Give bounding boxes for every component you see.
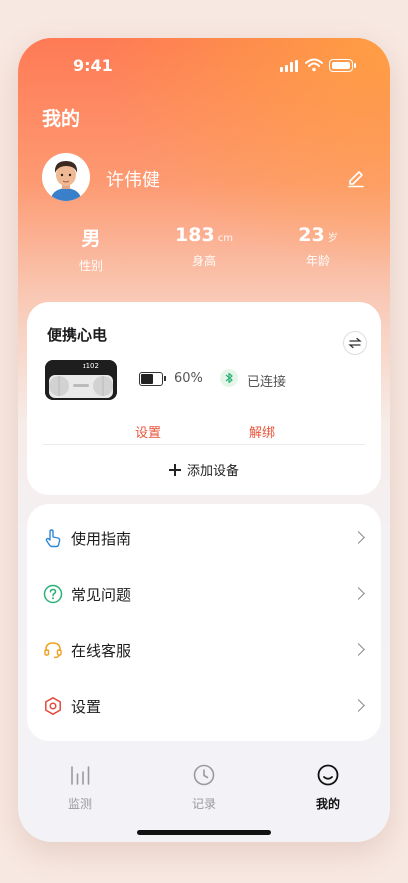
headset-icon xyxy=(44,642,62,659)
menu-label-guide: 使用指南 xyxy=(71,530,132,548)
menu-label-support: 在线客服 xyxy=(71,642,132,660)
switch-device-button[interactable] xyxy=(343,331,367,355)
wifi-icon xyxy=(305,58,323,72)
battery-icon xyxy=(329,59,353,72)
smiley-icon xyxy=(317,764,339,786)
device-unbind-button[interactable]: 解绑 xyxy=(249,422,275,441)
divider xyxy=(43,444,365,445)
status-bar: 9:41 xyxy=(18,52,390,82)
page-title: 我的 xyxy=(42,108,81,130)
plus-icon xyxy=(168,464,181,476)
tab-monitor[interactable]: 监测 xyxy=(50,763,110,812)
chevron-right-icon xyxy=(352,699,365,712)
menu-label-faq: 常见问题 xyxy=(71,586,132,604)
battery-cap xyxy=(354,63,356,68)
stat-height: 183 cm 身高 xyxy=(159,224,249,269)
phone-screen: 9:41 我的 许伟健 男 性别 183 cm 身高 23 岁 年龄 便携心电 … xyxy=(18,38,390,842)
question-circle-icon xyxy=(43,584,63,604)
chevron-right-icon xyxy=(352,587,365,600)
menu-card: 使用指南 常见问题 在线客服 设置 xyxy=(27,504,381,741)
device-settings-button[interactable]: 设置 xyxy=(135,422,161,441)
device-title: 便携心电 xyxy=(47,326,108,344)
monitor-bars-icon xyxy=(71,766,90,785)
device-image: ɪ102 xyxy=(45,360,117,400)
stat-age-unit: 岁 xyxy=(327,233,338,244)
hexagon-settings-icon xyxy=(45,697,61,715)
tab-monitor-label: 监测 xyxy=(67,797,92,811)
tab-records[interactable]: 记录 xyxy=(174,763,234,812)
swap-icon xyxy=(348,337,362,349)
stat-height-label: 身高 xyxy=(191,254,216,268)
status-time: 9:41 xyxy=(73,56,113,75)
menu-label-settings: 设置 xyxy=(71,698,102,716)
add-device-button[interactable]: 添加设备 xyxy=(27,460,381,479)
stat-gender: 男 性别 xyxy=(46,224,136,274)
tab-mine[interactable]: 我的 xyxy=(298,763,358,812)
home-indicator xyxy=(137,830,271,835)
menu-item-faq[interactable]: 常见问题 xyxy=(27,566,381,622)
stat-age-value: 23 xyxy=(298,224,325,246)
clock-icon xyxy=(193,764,215,786)
tab-bar: 监测 记录 我的 xyxy=(18,753,390,813)
stat-age-label: 年龄 xyxy=(305,254,330,268)
chevron-right-icon xyxy=(352,531,365,544)
avatar[interactable] xyxy=(42,153,90,201)
bluetooth-icon xyxy=(220,369,238,387)
hand-pointer-icon xyxy=(45,529,61,548)
menu-item-support[interactable]: 在线客服 xyxy=(27,622,381,678)
user-name: 许伟健 xyxy=(106,170,160,191)
tab-mine-label: 我的 xyxy=(315,797,340,811)
avatar-illustration xyxy=(42,153,90,201)
stat-gender-value: 男 xyxy=(81,228,101,250)
device-battery-percent: 60% xyxy=(174,371,203,386)
stat-gender-label: 性别 xyxy=(78,259,103,273)
stat-age: 23 岁 年龄 xyxy=(273,224,363,269)
stat-height-unit: cm xyxy=(217,233,233,244)
menu-item-settings[interactable]: 设置 xyxy=(27,678,381,734)
device-display-text: ɪ102 xyxy=(83,362,99,370)
edit-icon[interactable] xyxy=(346,168,366,188)
chevron-right-icon xyxy=(352,643,365,656)
device-battery-icon xyxy=(139,372,166,386)
device-card: 便携心电 ɪ102 60% 已连接 设置 解绑 添加设备 xyxy=(27,302,381,495)
add-device-label: 添加设备 xyxy=(186,464,239,479)
stat-height-value: 183 xyxy=(175,224,215,246)
connection-status: 已连接 xyxy=(247,375,287,390)
menu-item-guide[interactable]: 使用指南 xyxy=(27,510,381,566)
tab-records-label: 记录 xyxy=(191,797,216,811)
